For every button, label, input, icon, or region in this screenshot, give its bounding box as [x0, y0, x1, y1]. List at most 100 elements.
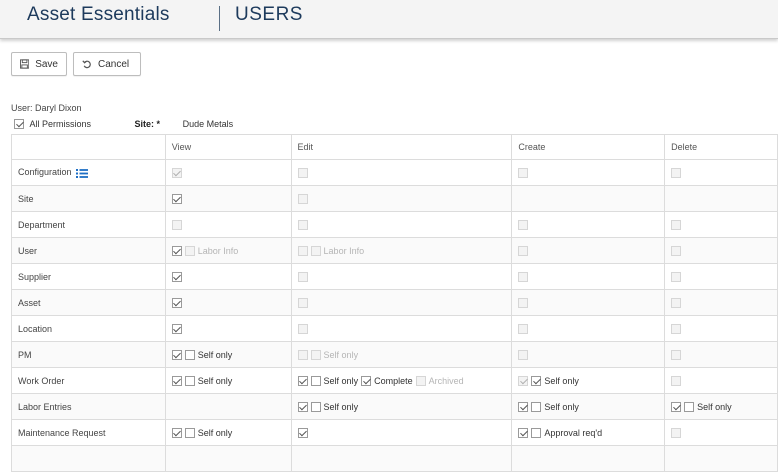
permission-option: [297, 271, 308, 282]
create-checkbox: [518, 323, 529, 334]
view-checkbox[interactable]: [171, 375, 182, 386]
option-group: Self only: [531, 375, 579, 386]
cell-delete: [664, 159, 778, 186]
cell-create: [511, 159, 666, 186]
cancel-label: Cancel: [98, 58, 130, 70]
cell-view: Self only: [164, 419, 292, 446]
permission-option: [171, 193, 182, 204]
create-checkbox: [518, 271, 529, 282]
cell-edit: Self only: [290, 393, 513, 420]
edit-checkbox: [310, 349, 321, 360]
view-checkbox[interactable]: [171, 323, 182, 334]
create-checkbox: [518, 349, 529, 360]
row-label: Configuration: [18, 167, 72, 178]
permission-option: [671, 323, 682, 334]
edit-checkbox[interactable]: [310, 401, 321, 412]
view-checkbox[interactable]: [171, 297, 182, 308]
row-label: User: [18, 245, 38, 256]
checkbox-label: Self only: [544, 375, 579, 386]
row-label: Asset: [18, 297, 41, 308]
view-checkbox[interactable]: [184, 375, 195, 386]
edit-checkbox: [310, 245, 321, 256]
edit-checkbox[interactable]: [297, 401, 308, 412]
option-group: Archived: [415, 375, 464, 386]
permission-option: [297, 193, 308, 204]
edit-checkbox: [297, 219, 308, 230]
all-permissions-label: All Permissions: [29, 118, 92, 129]
view-checkbox[interactable]: [171, 349, 182, 360]
permission-option: [518, 219, 529, 230]
create-checkbox[interactable]: [531, 427, 542, 438]
edit-checkbox[interactable]: [310, 375, 321, 386]
checkbox-label: Complete: [374, 375, 413, 386]
delete-checkbox[interactable]: [671, 401, 682, 412]
view-checkbox[interactable]: [184, 349, 195, 360]
cell-edit: [290, 419, 513, 446]
permission-option: [171, 297, 182, 308]
option-group: Self only: [184, 427, 232, 438]
edit-checkbox[interactable]: [297, 427, 308, 438]
cell-view: [164, 315, 292, 342]
permission-option: [171, 271, 182, 282]
save-button[interactable]: Save: [11, 52, 67, 76]
site-value[interactable]: Dude Metals: [183, 119, 234, 129]
edit-checkbox[interactable]: [361, 375, 372, 386]
list-icon[interactable]: [75, 168, 88, 178]
view-checkbox[interactable]: [184, 427, 195, 438]
view-checkbox[interactable]: [171, 245, 182, 256]
cell-view: Self only: [164, 367, 292, 394]
view-checkbox: [171, 167, 182, 178]
cancel-button[interactable]: Cancel: [73, 52, 141, 76]
permission-option: [171, 219, 182, 230]
cell-create: [511, 341, 666, 368]
create-checkbox: [518, 167, 529, 178]
checkbox-label: Self only: [197, 349, 233, 360]
create-checkbox[interactable]: [531, 375, 542, 386]
permission-option: [297, 297, 308, 308]
view-checkbox[interactable]: [171, 427, 182, 438]
row-label-cell: Configuration: [11, 159, 166, 186]
edit-checkbox: [297, 297, 308, 308]
table-row: Work Order Self only Self only Complete Arch…: [11, 367, 778, 394]
delete-checkbox: [671, 427, 682, 438]
checkbox-label: Labor Info: [323, 245, 365, 256]
permission-option: [297, 427, 308, 438]
checkbox-label: Labor Info: [197, 245, 239, 256]
all-permissions-checkbox[interactable]: [14, 118, 24, 129]
view-checkbox: [184, 245, 195, 256]
table-row: Site: [11, 185, 778, 212]
permissions-header: All Permissions Site: * Dude Metals: [14, 118, 233, 130]
row-label-cell: Supplier: [11, 263, 166, 290]
checkbox-label: Self only: [697, 401, 732, 412]
create-checkbox: [518, 245, 529, 256]
undo-icon: [82, 60, 91, 69]
cell-create: Approval req'd: [511, 419, 666, 446]
permission-option: [671, 245, 682, 256]
option-group: Labor Info: [310, 245, 365, 256]
view-checkbox[interactable]: [171, 271, 182, 282]
row-label-cell: Site: [11, 185, 166, 212]
delete-checkbox: [671, 219, 682, 230]
cell-delete: [664, 341, 778, 368]
edit-checkbox[interactable]: [297, 375, 308, 386]
create-checkbox[interactable]: [518, 427, 529, 438]
cell-edit: Self only: [290, 341, 513, 368]
user-name: User: Daryl Dixon: [11, 103, 82, 113]
cell-create: Self only: [511, 393, 666, 420]
create-checkbox[interactable]: [531, 401, 542, 412]
create-checkbox[interactable]: [518, 401, 529, 412]
delete-checkbox[interactable]: [684, 401, 695, 412]
app-title[interactable]: Asset Essentials: [27, 4, 170, 26]
delete-checkbox: [671, 167, 682, 178]
option-group: Self only: [684, 401, 732, 412]
view-checkbox[interactable]: [171, 193, 182, 204]
delete-checkbox: [671, 271, 682, 282]
permission-option: [297, 349, 308, 360]
title-divider: [219, 6, 220, 31]
permission-option: [297, 167, 308, 178]
page-title: USERS: [235, 4, 303, 25]
row-label: Location: [18, 323, 53, 334]
column-header-create: Create: [511, 134, 666, 160]
cell-delete: [664, 237, 778, 264]
save-icon: [20, 59, 30, 69]
